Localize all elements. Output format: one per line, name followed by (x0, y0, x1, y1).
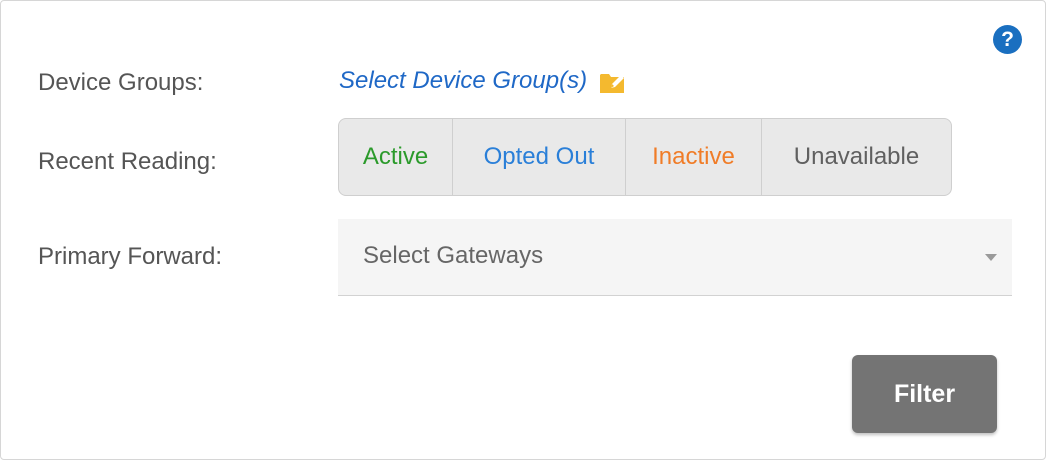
folder-edit-icon[interactable] (599, 71, 629, 95)
reading-active-button[interactable]: Active (339, 119, 453, 195)
reading-inactive-button[interactable]: Inactive (626, 119, 762, 195)
device-groups-label: Device Groups: (38, 69, 204, 96)
help-icon[interactable]: ? (993, 25, 1022, 54)
filter-panel: ? Device Groups: Select Device Group(s) … (0, 0, 1046, 460)
caret-down-icon[interactable] (985, 254, 997, 261)
reading-unavailable-button[interactable]: Unavailable (762, 119, 951, 195)
select-device-group-link[interactable]: Select Device Group(s) (339, 67, 629, 95)
gateway-select[interactable]: Select Gateways (338, 219, 1012, 296)
select-device-group-text: Select Device Group(s) (339, 67, 588, 94)
gateway-select-placeholder: Select Gateways (363, 242, 544, 269)
recent-reading-button-group: Active Opted Out Inactive Unavailable (338, 118, 952, 196)
recent-reading-label: Recent Reading: (38, 148, 217, 175)
reading-opted-out-button[interactable]: Opted Out (453, 119, 626, 195)
primary-forward-label: Primary Forward: (38, 243, 223, 270)
filter-button[interactable]: Filter (852, 355, 997, 433)
